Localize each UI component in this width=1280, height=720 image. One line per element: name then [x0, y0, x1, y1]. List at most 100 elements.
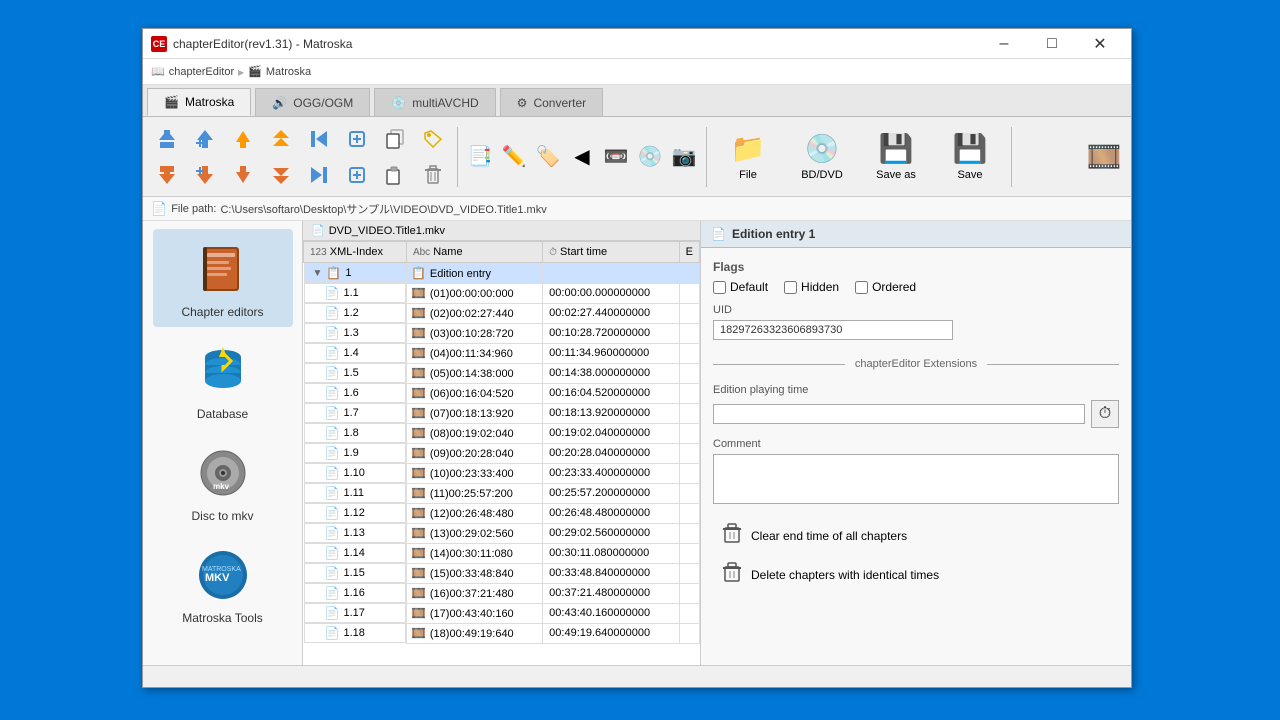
back-button[interactable]: ◀ [566, 140, 598, 174]
move-up-button[interactable] [149, 122, 185, 156]
cell-start-time: 00:02:27.440000000 [543, 303, 679, 323]
breadcrumb-chapter-editor[interactable]: 📖 chapterEditor [151, 65, 234, 78]
sidebar-item-matroska-tools[interactable]: MKV MATROSKA Matroska Tools [153, 535, 293, 633]
table-row[interactable]: 📄1.18🎞️(18)00:49:19:64000:49:19.64000000… [304, 623, 700, 643]
move-chapter-up-fast-button[interactable] [263, 122, 299, 156]
move-down-button[interactable] [149, 158, 185, 192]
table-row[interactable]: 📄1.13🎞️(13)00:29:02:56000:29:02.56000000… [304, 523, 700, 543]
filepath-icon: 📄 [151, 201, 167, 217]
minimize-button[interactable]: – [981, 29, 1027, 59]
tabs-bar: 🎬 Matroska 🔊 OGG/OGM 💿 multiAVCHD ⚙ Conv… [143, 85, 1131, 117]
breadcrumb-matroska[interactable]: 🎬 Matroska [248, 65, 311, 78]
flag-default[interactable]: Default [713, 280, 768, 294]
flag-default-checkbox[interactable] [713, 281, 726, 294]
playing-time-input[interactable] [713, 404, 1085, 424]
cell-start-time: 00:25:57.200000000 [543, 483, 679, 503]
table-row[interactable]: 📄1.7🎞️(07)00:18:13:92000:18:13.920000000 [304, 403, 700, 423]
name-value: (12)00:26:48:480 [430, 508, 514, 520]
add-chapter-button[interactable] [339, 122, 375, 156]
tab-ogg-label: OGG/OGM [293, 96, 353, 110]
cell-e [679, 343, 699, 363]
flag-hidden[interactable]: Hidden [784, 280, 839, 294]
uid-input[interactable] [713, 320, 953, 340]
name-icon: 🎞️ [411, 566, 426, 580]
add-chapter2-button[interactable] [339, 158, 375, 192]
table-row[interactable]: 📄1.12🎞️(12)00:26:48:48000:26:48.48000000… [304, 503, 700, 523]
cell-xml-index: 📄1.9 [304, 443, 406, 463]
table-row[interactable]: 📄1.14🎞️(14)00:30:11:08000:30:11.08000000… [304, 543, 700, 563]
paste-button[interactable] [377, 158, 413, 192]
app-icon: CE [151, 36, 167, 52]
add-before-button[interactable] [187, 122, 223, 156]
table-row[interactable]: 📄1.2🎞️(02)00:02:27:44000:02:27.440000000 [304, 303, 700, 323]
xml-index-value: 1.9 [343, 447, 358, 459]
bd-dvd-button[interactable]: 💿 BD/DVD [787, 122, 857, 192]
cell-e [679, 423, 699, 443]
table-row[interactable]: ▼📋1📋Edition entry [304, 263, 700, 284]
tab-matroska[interactable]: 🎬 Matroska [147, 88, 251, 116]
name-icon: 🎞️ [411, 546, 426, 560]
save-as-button[interactable]: 💾 Save as [861, 122, 931, 192]
move-chapter-down-button[interactable] [225, 158, 261, 192]
disc-button[interactable]: 💿 [634, 140, 666, 174]
toolbar: 📑 ✏️ 🏷️ ◀ 📼 💿 📷 📁 File 💿 BD/DVD 💾 Save a… [143, 117, 1131, 197]
table-row[interactable]: 📄1.5🎞️(05)00:14:38:00000:14:38.000000000 [304, 363, 700, 383]
expand-icon[interactable]: ▼ [313, 268, 323, 279]
table-row[interactable]: 📄1.1🎞️(01)00:00:00:00000:00:00.000000000 [304, 283, 700, 303]
tab-converter-icon: ⚙ [517, 96, 528, 110]
maximize-button[interactable]: □ [1029, 29, 1075, 59]
move-chapter-down-fast-button[interactable] [263, 158, 299, 192]
skip-to-start-button[interactable] [301, 122, 337, 156]
bd-dvd-icon: 💿 [805, 132, 840, 165]
edit-view-button[interactable]: ✏️ [498, 140, 530, 174]
table-row[interactable]: 📄1.8🎞️(08)00:19:02:04000:19:02.040000000 [304, 423, 700, 443]
table-row[interactable]: 📄1.16🎞️(16)00:37:21:48000:37:21.48000000… [304, 583, 700, 603]
move-chapter-up-button[interactable] [225, 122, 261, 156]
file-tab-bar: 📄 DVD_VIDEO.Title1.mkv [303, 221, 700, 241]
table-row[interactable]: 📄1.4🎞️(04)00:11:34:96000:11:34.960000000 [304, 343, 700, 363]
cell-e [679, 623, 699, 643]
chapters-view-button[interactable]: 📑 [464, 140, 496, 174]
save-button[interactable]: 💾 Save [935, 122, 1005, 192]
add-after-button[interactable] [187, 158, 223, 192]
clear-end-time-button[interactable]: Clear end time of all chapters [713, 518, 1119, 553]
table-row[interactable]: 📄1.15🎞️(15)00:33:48:84000:33:48.84000000… [304, 563, 700, 583]
capture-button[interactable]: 📷 [668, 140, 700, 174]
cell-start-time: 00:23:33.400000000 [543, 463, 679, 483]
close-button[interactable]: ✕ [1077, 29, 1123, 59]
flag-hidden-checkbox[interactable] [784, 281, 797, 294]
playing-time-picker-button[interactable]: ⏱ [1091, 400, 1119, 428]
skip-to-end-button[interactable] [301, 158, 337, 192]
sidebar-item-database[interactable]: Database [153, 331, 293, 429]
comment-textarea[interactable] [713, 454, 1119, 504]
table-row[interactable]: 📄1.6🎞️(06)00:16:04:52000:16:04.520000000 [304, 383, 700, 403]
tag-button[interactable] [415, 122, 451, 156]
xml-index-value: 1.11 [343, 487, 364, 499]
table-row[interactable]: 📄1.3🎞️(03)00:10:28:72000:10:28.720000000 [304, 323, 700, 343]
video-button[interactable]: 📼 [600, 140, 632, 174]
table-row[interactable]: 📄1.17🎞️(17)00:43:40:16000:43:40.16000000… [304, 603, 700, 623]
flag-ordered-checkbox[interactable] [855, 281, 868, 294]
sidebar-item-chapter-editors[interactable]: Chapter editors [153, 229, 293, 327]
chapter-table[interactable]: 123 XML-Index Abc Name ⏱ Start time [303, 241, 700, 665]
table-row[interactable]: 📄1.11🎞️(11)00:25:57:20000:25:57.20000000… [304, 483, 700, 503]
table-row[interactable]: 📄1.9🎞️(09)00:20:28:04000:20:28.040000000 [304, 443, 700, 463]
row-icon: 📋 [326, 266, 341, 280]
tags-view-button[interactable]: 🏷️ [532, 140, 564, 174]
tab-ogg-ogm[interactable]: 🔊 OGG/OGM [255, 88, 370, 116]
name-icon: 🎞️ [411, 326, 426, 340]
file-button[interactable]: 📁 File [713, 122, 783, 192]
toolbar-separator-1 [457, 127, 458, 187]
xml-index-value: 1.2 [343, 307, 358, 319]
flag-ordered[interactable]: Ordered [855, 280, 916, 294]
row-icon: 📄 [325, 406, 340, 420]
delete-identical-button[interactable]: Delete chapters with identical times [713, 557, 1119, 592]
sidebar-item-disc-to-mkv[interactable]: mkv Disc to mkv [153, 433, 293, 531]
tab-multiavchd[interactable]: 💿 multiAVCHD [374, 88, 495, 116]
name-icon: 🎞️ [411, 506, 426, 520]
tab-converter[interactable]: ⚙ Converter [500, 88, 603, 116]
copy-button[interactable] [377, 122, 413, 156]
delete-button[interactable] [415, 158, 451, 192]
table-row[interactable]: 📄1.10🎞️(10)00:23:33:40000:23:33.40000000… [304, 463, 700, 483]
film-button[interactable]: 🎞️ [1083, 122, 1125, 192]
